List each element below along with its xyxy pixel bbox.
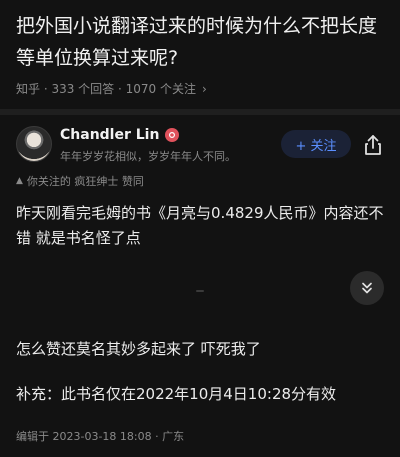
answer-paragraph-2: 怎么赞还莫名其妙多起来了 吓死我了 bbox=[16, 340, 261, 358]
double-chevron-down-icon bbox=[362, 282, 372, 294]
author-name: Chandler Lin bbox=[60, 127, 160, 143]
liked-by-text: 你关注的 疯狂绅士 赞同 bbox=[26, 175, 144, 188]
verified-badge-icon bbox=[165, 128, 180, 142]
question-header: 把外国小说翻译过来的时候为什么不把长度等单位换算过来呢? 知乎 · 333 个回… bbox=[16, 10, 388, 97]
edit-info: 编辑于 2023-03-18 18:08 · 广东 bbox=[16, 430, 185, 443]
question-meta-text: 知乎 · 333 个回答 · 1070 个关注 bbox=[16, 82, 196, 96]
author-name-link[interactable]: Chandler Lin bbox=[60, 127, 180, 143]
author-bio: 年年岁岁花相似，岁岁年年人不同。 bbox=[60, 150, 236, 163]
author-row: Chandler Lin 年年岁岁花相似，岁岁年年人不同。 + 关注 bbox=[16, 124, 388, 166]
expand-button[interactable] bbox=[350, 271, 384, 305]
answer-paragraph-3: 补充：此书名仅在2022年10月4日10:28分有效 bbox=[16, 385, 337, 403]
share-icon[interactable] bbox=[360, 132, 386, 158]
chevron-right-icon: › bbox=[201, 81, 207, 96]
question-meta-link[interactable]: 知乎 · 333 个回答 · 1070 个关注 › bbox=[16, 80, 388, 97]
follow-button[interactable]: + 关注 bbox=[281, 130, 351, 158]
section-divider bbox=[0, 109, 400, 115]
liked-by-note: ▲ 你关注的 疯狂绅士 赞同 bbox=[16, 173, 144, 189]
question-title[interactable]: 把外国小说翻译过来的时候为什么不把长度等单位换算过来呢? bbox=[16, 10, 388, 74]
upvote-triangle-icon: ▲ bbox=[16, 176, 23, 186]
content-fold-marker bbox=[196, 290, 204, 292]
answer-paragraph-1: 昨天刚看完毛姆的书《月亮与0.4829人民币》内容还不错 就是书名怪了点 bbox=[16, 204, 384, 247]
avatar[interactable] bbox=[16, 126, 52, 162]
